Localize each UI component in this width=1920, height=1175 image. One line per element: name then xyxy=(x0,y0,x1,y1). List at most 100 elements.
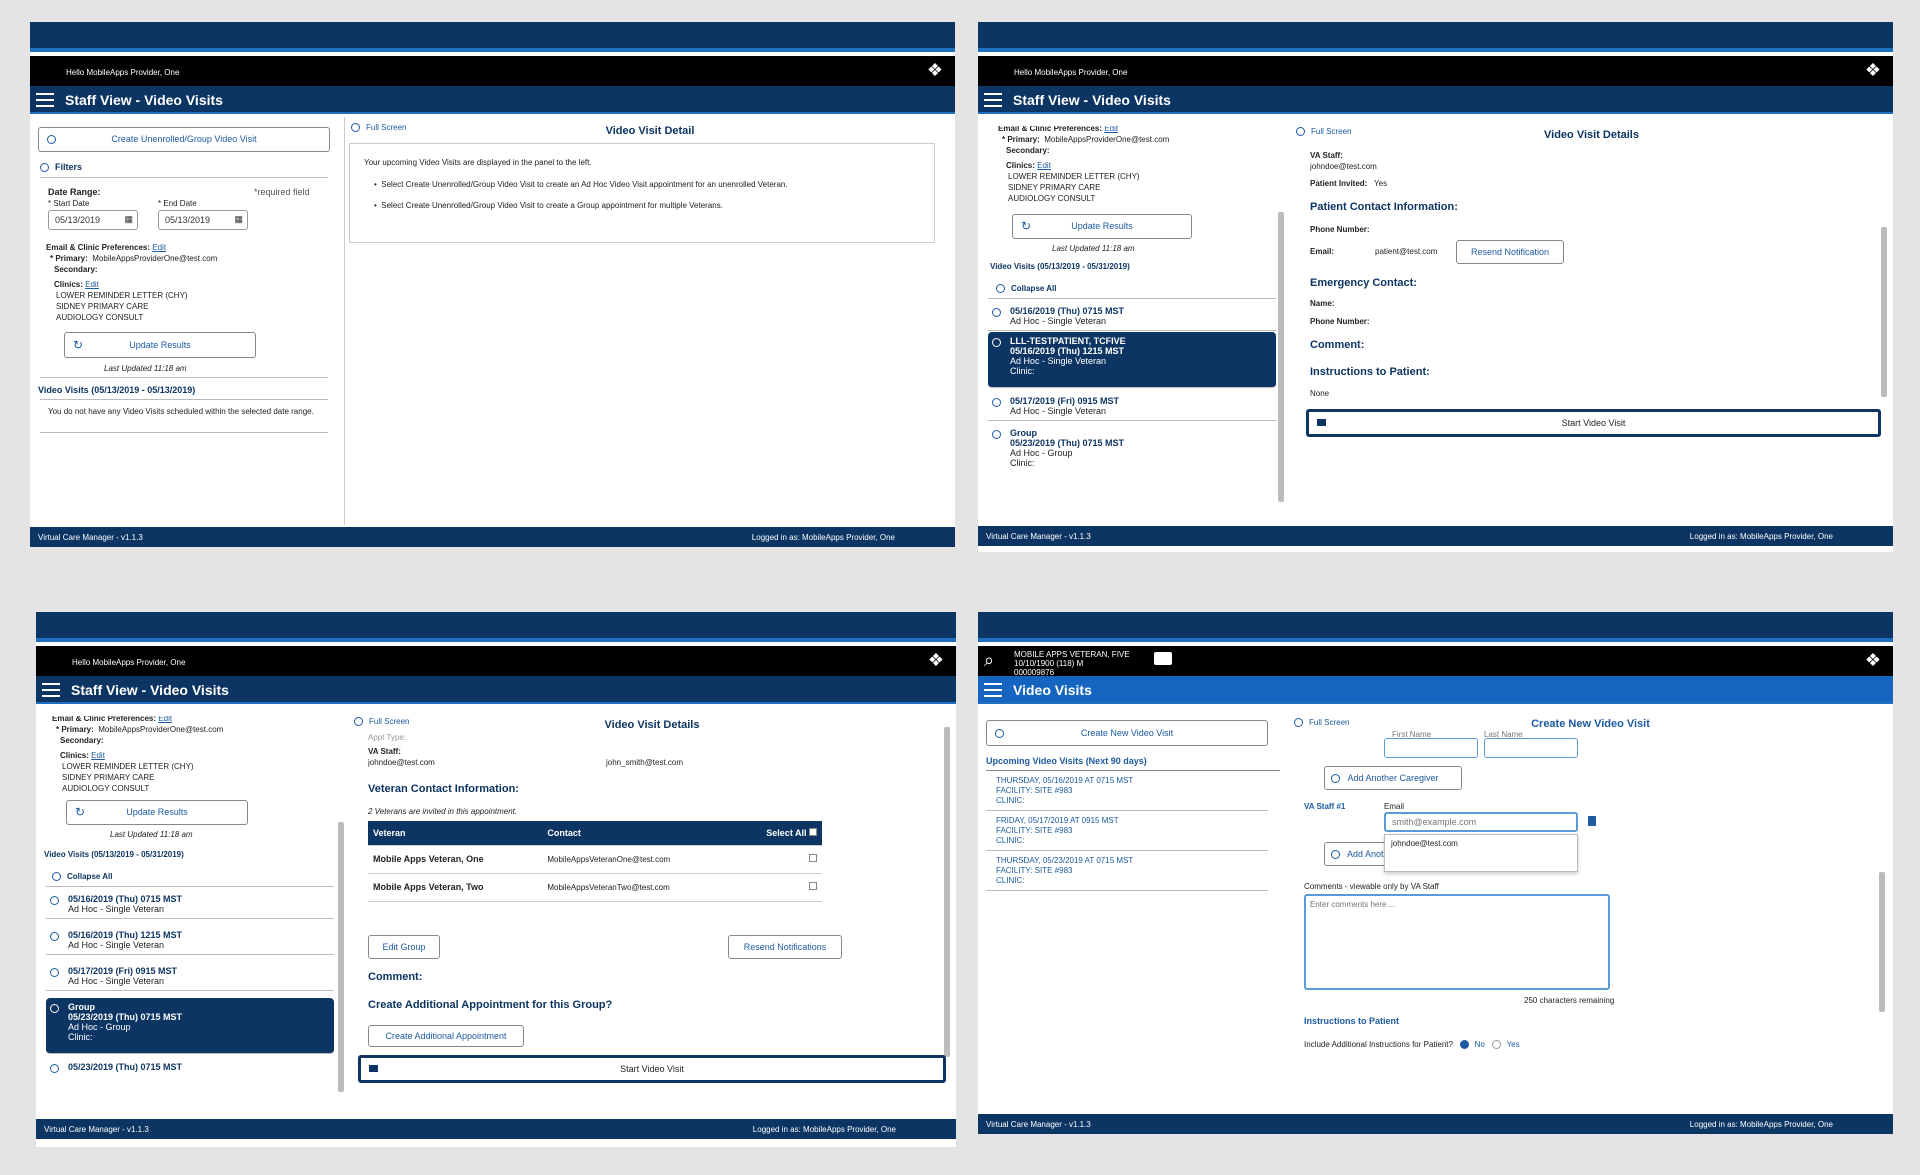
appt-type-label: Appt Type: xyxy=(368,733,407,742)
collapse-icon xyxy=(52,872,61,882)
add-caregiver-button[interactable]: Add Another Caregiver xyxy=(1324,766,1462,790)
chat-icon[interactable]: ❖ xyxy=(924,648,948,672)
trash-icon[interactable] xyxy=(1588,816,1596,826)
menu-icon[interactable] xyxy=(984,683,1002,697)
app-title: Staff View - Video Visits xyxy=(71,682,229,698)
calendar-icon[interactable]: ▦ xyxy=(234,214,243,225)
detail-scrollbar[interactable] xyxy=(944,727,950,1057)
left-scrollbar[interactable] xyxy=(338,822,344,1092)
refresh-icon: ↻ xyxy=(75,805,86,819)
email-value: patient@test.com xyxy=(1375,247,1438,256)
create-additional-button[interactable]: Create Additional Appointment xyxy=(368,1025,524,1047)
visit-item[interactable]: 05/16/2019 (Thu) 0715 MST Ad Hoc - Single… xyxy=(988,302,1276,331)
select-all[interactable]: Select All xyxy=(734,821,822,846)
collapse-all-button[interactable]: Collapse All xyxy=(52,872,113,882)
collapse-all-button[interactable]: Collapse All xyxy=(996,284,1057,294)
row-checkbox[interactable] xyxy=(809,854,817,862)
last-name-input[interactable] xyxy=(1484,738,1578,758)
footer: Virtual Care Manager - v1.1.3 Logged in a… xyxy=(978,1114,1893,1134)
characters-remaining: 250 characters remaining xyxy=(1524,996,1615,1005)
update-results-button[interactable]: ↻ Update Results xyxy=(1012,214,1192,239)
chat-icon[interactable]: ❖ xyxy=(1861,58,1885,82)
suggestion-item[interactable]: johndoe@test.com xyxy=(1385,835,1577,852)
visit-item[interactable]: Group 05/23/2019 (Thu) 0715 MST Ad Hoc - G… xyxy=(988,424,1276,472)
detail-panel: Full Screen Video Visit Detail Your upco… xyxy=(344,117,955,525)
last-updated: Last Updated 11:18 am xyxy=(110,830,193,839)
menu-icon[interactable] xyxy=(42,683,60,697)
edit-clinics-link[interactable]: Edit xyxy=(91,751,105,760)
upcoming-item[interactable]: FRIDAY, 05/17/2019 AT 0915 MST FACILITY: … xyxy=(996,816,1119,846)
staff-email-input[interactable] xyxy=(1384,812,1578,832)
clinic-3: AUDIOLOGY CONSULT xyxy=(1008,194,1096,203)
primary-email: * Primary: MobileAppsProviderOne@test.co… xyxy=(50,254,218,263)
detail-scrollbar[interactable] xyxy=(1881,227,1887,397)
filters-toggle[interactable]: Filters xyxy=(40,162,82,173)
resend-notification-button[interactable]: Resend Notification xyxy=(1456,240,1564,264)
start-video-visit-button[interactable]: Start Video Visit xyxy=(1306,409,1881,437)
visit-item[interactable]: 05/17/2019 (Fri) 0915 MST Ad Hoc - Single… xyxy=(988,392,1276,421)
chevron-icon xyxy=(992,430,1001,439)
visit-item-selected[interactable]: Group 05/23/2019 (Thu) 0715 MST Ad Hoc - G… xyxy=(46,998,334,1054)
clinic-3: AUDIOLOGY CONSULT xyxy=(56,313,144,322)
chat-icon[interactable]: ❖ xyxy=(1861,648,1885,672)
refresh-icon: ↻ xyxy=(1021,219,1032,233)
chevron-icon xyxy=(50,1064,59,1073)
screenshot-panel-1: Hello MobileApps Provider, One ❖ Staff V… xyxy=(30,22,955,547)
start-video-visit-button[interactable]: Start Video Visit xyxy=(358,1055,946,1083)
info-box: Your upcoming Video Visits are displayed… xyxy=(349,143,935,243)
empty-message: You do not have any Video Visits schedul… xyxy=(48,407,314,416)
upcoming-heading: Upcoming Video Visits (Next 90 days) xyxy=(986,756,1147,766)
visit-item[interactable]: 05/17/2019 (Fri) 0915 MST Ad Hoc - Single… xyxy=(46,962,334,991)
date-range-label: Date Range: xyxy=(48,187,101,197)
end-date-field[interactable]: 05/13/2019 ▦ xyxy=(158,210,248,230)
row-checkbox[interactable] xyxy=(809,882,817,890)
edit-group-button[interactable]: Edit Group xyxy=(368,935,440,959)
last-updated: Last Updated 11:18 am xyxy=(1052,244,1135,253)
include-question: Include Additional Instructions for Pati… xyxy=(1304,1040,1520,1050)
contact-heading: Patient Contact Information: xyxy=(1310,201,1458,213)
visit-item[interactable]: 05/16/2019 (Thu) 0715 MST Ad Hoc - Single… xyxy=(46,890,334,919)
resend-notifications-button[interactable]: Resend Notifications xyxy=(728,935,842,959)
upcoming-item[interactable]: THURSDAY, 05/23/2019 AT 0715 MST FACILITY… xyxy=(996,856,1133,886)
edit-prefs-link[interactable]: Edit xyxy=(1104,126,1118,133)
first-name-input[interactable] xyxy=(1384,738,1478,758)
visit-item-selected[interactable]: LLL-TESTPATIENT, TCFIVE 05/16/2019 (Thu) … xyxy=(988,332,1276,388)
form-scrollbar[interactable] xyxy=(1879,872,1885,1012)
plus-icon xyxy=(1331,774,1340,783)
prefs-label: Email & Clinic Preferences: Edit xyxy=(998,126,1119,133)
left-panel: Create Unenrolled/Group Video Visit Filt… xyxy=(34,117,334,525)
table-row: Mobile Apps Veteran, One MobileAppsVeter… xyxy=(368,845,822,874)
edit-clinics-link[interactable]: Edit xyxy=(1037,161,1051,170)
comments-textarea[interactable] xyxy=(1304,894,1610,990)
upcoming-item[interactable]: THURSDAY, 05/16/2019 AT 0715 MST FACILITY… xyxy=(996,776,1133,806)
chat-icon[interactable]: ❖ xyxy=(923,58,947,82)
select-all-checkbox[interactable] xyxy=(809,827,817,836)
update-results-button[interactable]: ↻ Update Results xyxy=(66,800,248,825)
search-icon[interactable]: ⌕ xyxy=(984,650,994,671)
plus-icon xyxy=(995,729,1004,738)
email-label: Email: xyxy=(1310,247,1335,256)
greeting: Hello MobileApps Provider, One xyxy=(30,56,955,86)
visits-heading: Video Visits (05/13/2019 - 05/31/2019) xyxy=(990,262,1130,271)
create-unenrolled-button[interactable]: Create Unenrolled/Group Video Visit xyxy=(38,127,330,152)
folder-icon[interactable] xyxy=(1154,652,1172,665)
visit-item[interactable]: 05/16/2019 (Thu) 1215 MST Ad Hoc - Single… xyxy=(46,926,334,955)
footer: Virtual Care Manager - v1.1.3 Logged in a… xyxy=(978,526,1893,546)
edit-prefs-link[interactable]: Edit xyxy=(158,716,172,723)
radio-no[interactable] xyxy=(1459,1040,1469,1050)
edit-clinics-link[interactable]: Edit xyxy=(85,280,99,289)
radio-yes[interactable] xyxy=(1491,1040,1501,1050)
calendar-icon[interactable]: ▦ xyxy=(124,214,133,225)
visits-heading: Video Visits (05/13/2019 - 05/31/2019) xyxy=(44,850,184,859)
edit-prefs-link[interactable]: Edit xyxy=(152,243,166,252)
menu-icon[interactable] xyxy=(984,93,1002,107)
left-scrollbar[interactable] xyxy=(1278,212,1284,502)
clinics-label: Clinics: Edit xyxy=(1006,161,1051,170)
start-date-field[interactable]: 05/13/2019 ▦ xyxy=(48,210,138,230)
update-results-button[interactable]: ↻ Update Results xyxy=(64,332,256,358)
bullet-1: • Select Create Unenrolled/Group Video V… xyxy=(374,180,788,189)
visit-item[interactable]: 05/23/2019 (Thu) 0715 MST xyxy=(46,1058,334,1076)
clinics-label: Clinics: Edit xyxy=(60,751,105,760)
create-new-visit-button[interactable]: Create New Video Visit xyxy=(986,720,1268,746)
menu-icon[interactable] xyxy=(36,93,54,107)
